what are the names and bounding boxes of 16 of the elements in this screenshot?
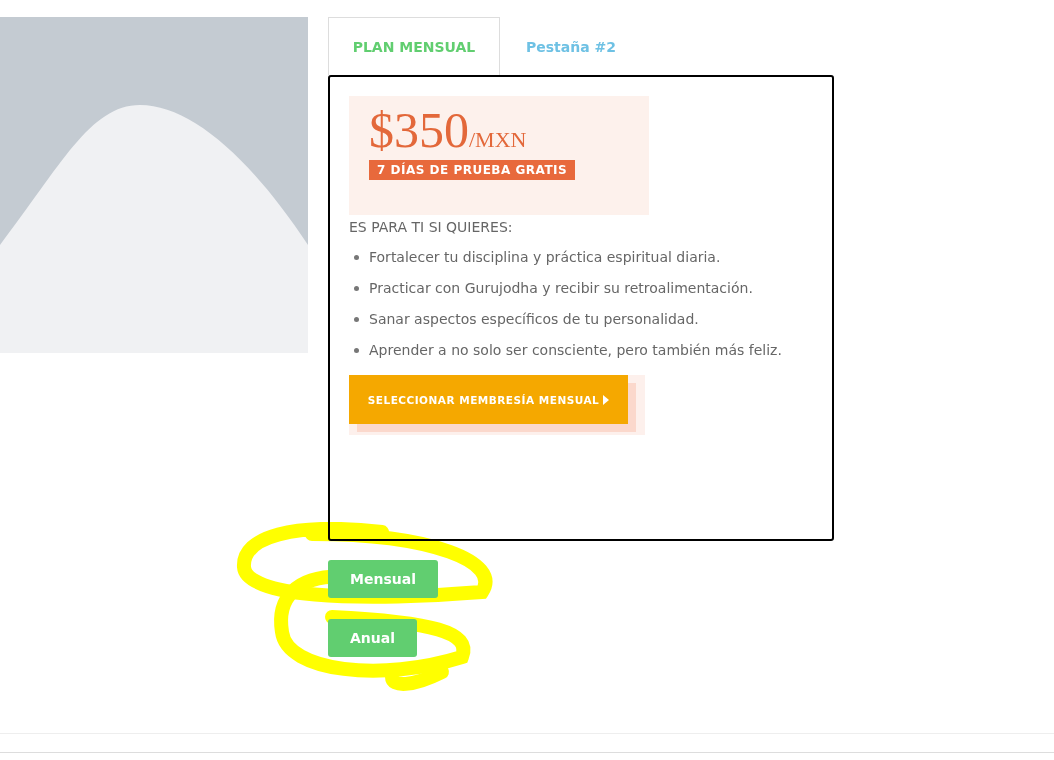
caret-icon xyxy=(603,394,610,405)
benefit-text: Practicar con Gurujodha y recibir su retroalimentación. xyxy=(369,280,753,296)
bullet-icon xyxy=(354,347,359,353)
intro-text: ES PARA TI SI QUIERES: xyxy=(349,219,514,235)
benefit-text: Sanar aspectos específicos de tu personalidad. xyxy=(369,311,699,327)
currency: /MXN xyxy=(469,127,527,153)
trial-badge: 7 DÍAS DE PRUEBA GRATIS xyxy=(369,160,576,180)
plan-button[interactable]: Mensual xyxy=(328,560,438,598)
bullet-icon xyxy=(354,254,359,260)
bullet-icon xyxy=(354,285,359,291)
benefit-text: Aprender a no solo ser consciente, pero también más feliz. xyxy=(369,342,782,358)
benefit-text: Fortalecer tu disciplina y práctica espiritual diaria. xyxy=(369,249,721,265)
plan-button[interactable]: Anual xyxy=(328,619,417,657)
price: $350 xyxy=(369,104,469,156)
tab[interactable]: PLAN MENSUAL xyxy=(328,17,500,75)
bullet-icon xyxy=(354,316,359,322)
